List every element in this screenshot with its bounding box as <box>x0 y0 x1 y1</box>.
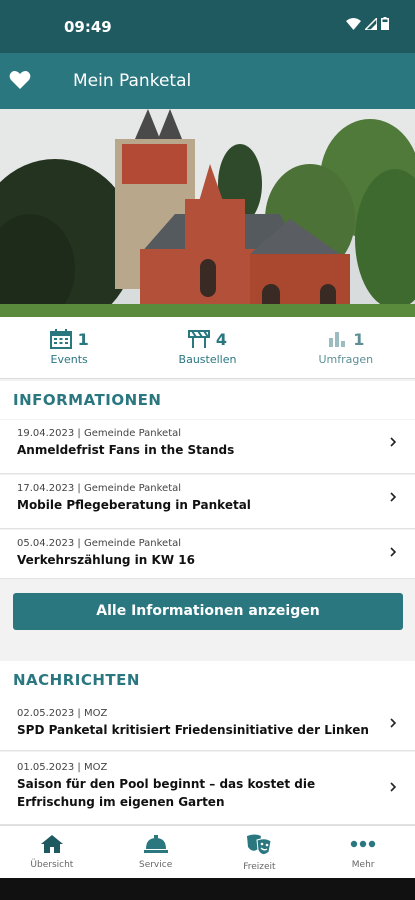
stat-umfragen[interactable]: 1 Umfragen <box>277 317 415 378</box>
status-bar: 09:49 <box>0 0 415 53</box>
gesture-bar <box>0 878 415 900</box>
all-informationen-button[interactable]: Alle Informationen anzeigen <box>13 593 403 630</box>
stats-bar: 1 Events 4 Baustellen 1 Umfragen <box>0 317 415 379</box>
news-item-title: SPD Panketal kritisiert Friedensinitiati… <box>17 723 369 737</box>
construction-icon <box>187 330 210 348</box>
service-bell-icon <box>143 835 168 853</box>
app-bar: Mein Panketal <box>0 53 415 109</box>
nav-service[interactable]: Service <box>104 826 208 878</box>
info-item-meta: 19.04.2023 | Gemeinde Panketal <box>17 428 182 439</box>
nav-ubersicht[interactable]: Übersicht <box>0 826 104 878</box>
nav-mehr[interactable]: Mehr <box>311 826 415 878</box>
nav-label: Mehr <box>351 860 375 870</box>
chevron-right-icon <box>390 492 397 502</box>
informationen-heading: INFORMATIONEN <box>0 381 415 419</box>
info-item-title: Verkehrszählung in KW 16 <box>17 553 195 567</box>
chevron-right-icon <box>390 547 397 557</box>
baustellen-label: Baustellen <box>178 353 237 366</box>
status-time: 09:49 <box>64 18 112 36</box>
nachrichten-heading: NACHRICHTEN <box>0 661 415 699</box>
status-icons <box>346 17 389 30</box>
info-item[interactable]: 19.04.2023 | Gemeinde Panketal Anmeldefr… <box>0 420 415 474</box>
wifi-icon <box>346 17 361 30</box>
info-item-title: Mobile Pflegeberatung in Panketal <box>17 498 251 512</box>
calendar-icon <box>49 329 72 349</box>
info-item-meta: 05.04.2023 | Gemeinde Panketal <box>17 538 182 549</box>
heart-icon[interactable] <box>8 68 32 92</box>
info-item[interactable]: 17.04.2023 | Gemeinde Panketal Mobile Pf… <box>0 475 415 529</box>
news-item-title: Saison für den Pool beginnt – das kostet… <box>17 777 316 809</box>
news-item[interactable]: 02.05.2023 | MOZ SPD Panketal kritisiert… <box>0 699 415 751</box>
stat-events[interactable]: 1 Events <box>0 317 138 378</box>
app-title: Mein Panketal <box>73 71 192 91</box>
info-item-title: Anmeldefrist Fans in the Stands <box>17 443 235 457</box>
poll-icon <box>329 332 346 347</box>
umfragen-count: 1 <box>353 329 365 349</box>
more-dots-icon <box>350 840 376 848</box>
baustellen-count: 4 <box>215 329 228 349</box>
home-icon <box>40 835 63 853</box>
info-item-meta: 17.04.2023 | Gemeinde Panketal <box>17 483 182 494</box>
nav-label: Übersicht <box>30 860 74 870</box>
bottom-navigation: Übersicht Service Freizeit Mehr <box>0 825 415 878</box>
chevron-right-icon <box>390 437 397 447</box>
hero-image-church <box>0 109 415 317</box>
info-item[interactable]: 05.04.2023 | Gemeinde Panketal Verkehrsz… <box>0 530 415 579</box>
chevron-right-icon <box>390 782 397 792</box>
nav-label: Service <box>138 860 173 870</box>
theater-masks-icon <box>247 834 272 856</box>
events-count: 1 <box>77 329 89 349</box>
umfragen-label: Umfragen <box>318 352 374 366</box>
signal-icon <box>365 17 377 30</box>
stat-baustellen[interactable]: 4 Baustellen <box>138 317 276 378</box>
news-item-meta: 02.05.2023 | MOZ <box>17 708 108 719</box>
news-item[interactable]: 01.05.2023 | MOZ Saison für den Pool beg… <box>0 752 415 825</box>
nav-label: Freizeit <box>243 862 276 872</box>
chevron-right-icon <box>390 718 397 728</box>
events-label: Events <box>50 353 88 366</box>
news-item-meta: 01.05.2023 | MOZ <box>17 762 108 773</box>
nav-freizeit[interactable]: Freizeit <box>208 826 312 878</box>
battery-icon <box>381 17 389 30</box>
